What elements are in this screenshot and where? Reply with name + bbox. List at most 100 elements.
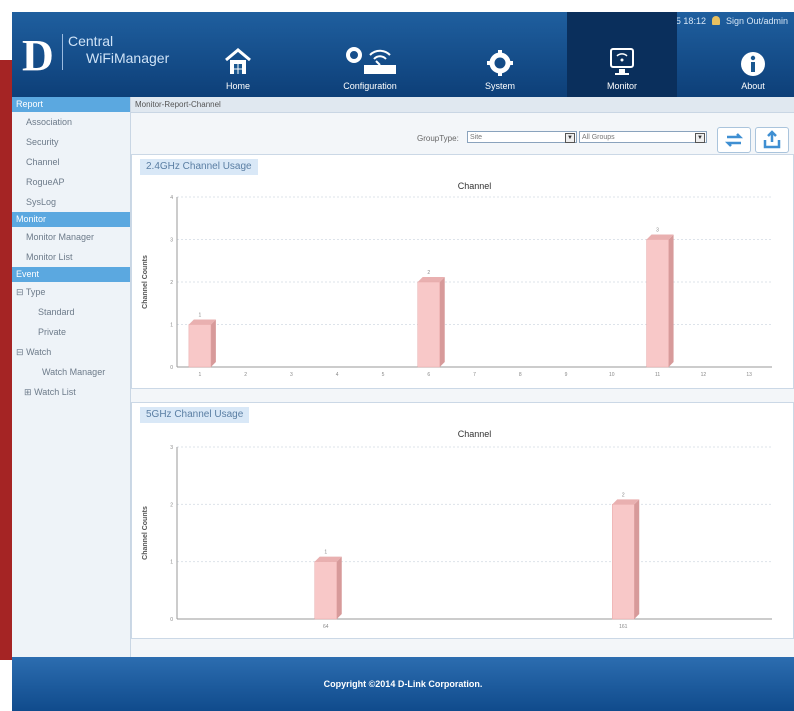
nav-about-label: About	[741, 81, 765, 91]
sidebar-tree-type[interactable]: ⊟ Type	[12, 282, 130, 302]
home-icon	[225, 48, 251, 74]
chevron-down-icon: ▼	[565, 133, 575, 143]
sidebar-item-rogueap[interactable]: RogueAP	[12, 172, 130, 192]
nav-system-label: System	[484, 81, 515, 91]
bar-side	[336, 556, 342, 619]
bar	[612, 504, 635, 620]
x-tick-label: 5	[382, 372, 385, 378]
sidebar-item-monitor-manager[interactable]: Monitor Manager	[12, 227, 130, 247]
group-type-label: GroupType:	[417, 134, 459, 143]
x-tick-label: 8	[519, 372, 522, 378]
bar-value-label: 2	[427, 270, 430, 276]
group-type-select[interactable]: Site ▼	[467, 131, 577, 143]
y-axis-label: Channel Counts	[142, 255, 149, 309]
app-title-line1: Central	[68, 33, 114, 49]
x-tick-label: 10	[609, 372, 615, 378]
group-select[interactable]: All Groups ▼	[579, 131, 707, 143]
monitor-icon	[610, 48, 634, 75]
sidebar-section-event[interactable]: Event	[12, 267, 130, 282]
nav-monitor[interactable]: Monitor	[567, 12, 677, 97]
bar	[188, 324, 212, 368]
tree-toggle-icon[interactable]: ⊟	[16, 347, 24, 357]
main-content: Monitor-Report-Channel GroupType: Site ▼…	[131, 97, 794, 657]
bar-side	[210, 319, 216, 367]
sidebar-tree-watch-list[interactable]: ⊞ Watch List	[12, 382, 130, 402]
app-header: D Central WiFiManager 2014-09-25 18:12 S…	[12, 12, 794, 97]
sidebar-tree-watch-list-label: Watch List	[34, 387, 76, 397]
y-tick-label: 4	[170, 195, 173, 201]
y-axis-label: Channel Counts	[142, 506, 149, 560]
x-tick-label: 3	[290, 372, 293, 378]
y-tick-label: 2	[170, 502, 173, 508]
bar-value-label: 1	[324, 550, 327, 556]
bar-side	[439, 277, 445, 367]
bar	[646, 239, 669, 368]
sidebar: Report Association Security Channel Rogu…	[12, 97, 131, 657]
sidebar-item-security[interactable]: Security	[12, 132, 130, 152]
x-tick-label: 2	[244, 372, 247, 378]
panel-5ghz-title: 5GHz Channel Usage	[140, 407, 250, 423]
sidebar-item-standard[interactable]: Standard	[12, 302, 130, 322]
sidebar-section-monitor[interactable]: Monitor	[12, 212, 130, 227]
x-tick-label: 11	[655, 372, 660, 378]
app-title: Central WiFiManager	[68, 33, 169, 67]
panel-5ghz: 5GHz Channel Usage Channel 0 1 2 3 Channel Co…	[131, 402, 794, 639]
chart-title: Channel	[458, 429, 492, 439]
sidebar-tree-watch-label: Watch	[26, 347, 52, 357]
sidebar-item-syslog[interactable]: SysLog	[12, 192, 130, 212]
y-tick-label: 2	[170, 280, 173, 286]
y-tick-label: 3	[170, 238, 173, 244]
sidebar-section-report[interactable]: Report	[12, 97, 130, 112]
bar	[314, 561, 337, 620]
copyright-text: Copyright ©2014 D-Link Corporation.	[323, 679, 483, 689]
sidebar-item-private[interactable]: Private	[12, 322, 130, 342]
export-icon	[763, 130, 781, 149]
page-top-margin	[0, 0, 794, 12]
bar-side	[634, 499, 640, 619]
logo-divider	[62, 34, 63, 70]
filter-bar: GroupType: Site ▼ All Groups ▼	[131, 125, 794, 153]
sidebar-tree-type-label: Type	[25, 287, 46, 297]
nav-configuration[interactable]: Configuration	[320, 12, 420, 97]
tree-toggle-icon[interactable]: ⊟	[16, 287, 24, 297]
sidebar-item-channel[interactable]: Channel	[12, 152, 130, 172]
tree-toggle-icon[interactable]: ⊞	[24, 387, 32, 397]
nav-home-label: Home	[225, 81, 250, 91]
chart-title: Channel	[458, 181, 492, 191]
nav-about[interactable]: About	[712, 12, 794, 97]
y-tick-label: 0	[170, 617, 173, 623]
group-value: All Groups	[582, 134, 615, 141]
x-tick-label: 1	[198, 372, 201, 378]
x-tick-label: 64	[323, 624, 329, 630]
y-tick-label: 1	[170, 560, 173, 566]
x-tick-label: 12	[701, 372, 707, 378]
footer: Copyright ©2014 D-Link Corporation.	[12, 657, 794, 711]
sidebar-item-watch-manager[interactable]: Watch Manager	[12, 362, 130, 382]
dlink-logo: D	[22, 31, 54, 80]
configuration-icon	[346, 47, 396, 74]
y-tick-label: 0	[170, 365, 173, 371]
export-button[interactable]	[755, 127, 789, 153]
sidebar-item-association[interactable]: Association	[12, 112, 130, 132]
x-tick-label: 13	[746, 372, 752, 378]
sidebar-tree-watch[interactable]: ⊟ Watch	[12, 342, 130, 362]
system-gear-icon	[487, 50, 513, 76]
nav-configuration-label: Configuration	[343, 81, 397, 91]
x-tick-label: 161	[619, 624, 628, 630]
chart-24ghz: Channel01234Channel Counts112 3 4 5 627 8 9 10 1…	[142, 181, 772, 378]
left-decor-bar	[0, 60, 12, 660]
breadcrumb: Monitor-Report-Channel	[131, 97, 794, 113]
x-tick-label: 7	[473, 372, 476, 378]
nav-system[interactable]: System	[460, 12, 540, 97]
bar	[417, 281, 440, 368]
sidebar-item-monitor-list[interactable]: Monitor List	[12, 247, 130, 267]
bar-value-label: 1	[198, 313, 201, 319]
y-tick-label: 3	[170, 445, 173, 451]
refresh-button[interactable]	[717, 127, 751, 153]
bar-value-label: 2	[622, 492, 625, 498]
nav-home[interactable]: Home	[198, 12, 278, 97]
nav-monitor-label: Monitor	[606, 81, 637, 91]
x-tick-label: 6	[427, 372, 430, 378]
x-tick-label: 9	[565, 372, 568, 378]
app-title-line2: WiFiManager	[86, 50, 170, 66]
